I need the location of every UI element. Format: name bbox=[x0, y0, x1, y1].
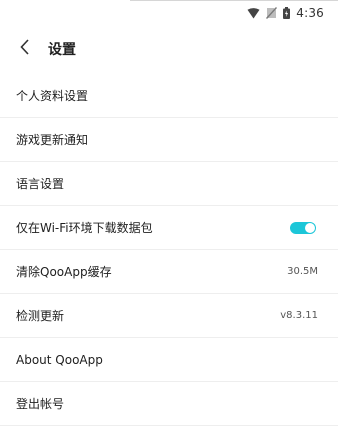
settings-item-game-update-notification[interactable]: 游戏更新通知 bbox=[0, 118, 338, 162]
page-title: 设置 bbox=[48, 42, 76, 58]
settings-item-label: 语言设置 bbox=[16, 177, 65, 191]
settings-item-label: 个人资料设置 bbox=[16, 89, 89, 103]
settings-item-label: 清除QooApp缓存 bbox=[16, 265, 112, 279]
settings-item-label: 检测更新 bbox=[16, 309, 65, 323]
settings-item-clear-cache[interactable]: 清除QooApp缓存 30.5M bbox=[0, 250, 338, 294]
settings-item-label: About QooApp bbox=[16, 352, 103, 367]
app-bar: 设置 bbox=[0, 26, 338, 72]
settings-item-label: 仅在Wi-Fi环境下载数据包 bbox=[16, 221, 153, 235]
status-time: 4:36 bbox=[296, 6, 324, 20]
settings-item-about[interactable]: About QooApp bbox=[0, 338, 338, 382]
settings-list: 个人资料设置 游戏更新通知 语言设置 仅在Wi-Fi环境下载数据包 清除QooA… bbox=[0, 74, 338, 426]
settings-screen: 4:36 设置 个人资料设置 游戏更新通知 语言设置 仅在Wi-Fi环境下载数据… bbox=[0, 0, 338, 441]
settings-item-label: 游戏更新通知 bbox=[16, 133, 89, 147]
wifi-icon bbox=[247, 7, 260, 19]
chevron-left-icon bbox=[20, 39, 30, 59]
settings-item-profile[interactable]: 个人资料设置 bbox=[0, 74, 338, 118]
settings-item-logout[interactable]: 登出帐号 bbox=[0, 382, 338, 426]
cache-size-value: 30.5M bbox=[287, 266, 318, 277]
settings-item-check-update[interactable]: 检测更新 v8.3.11 bbox=[0, 294, 338, 338]
status-bar: 4:36 bbox=[0, 0, 338, 26]
settings-item-language[interactable]: 语言设置 bbox=[0, 162, 338, 206]
settings-item-label: 登出帐号 bbox=[16, 397, 65, 411]
toggle-knob bbox=[305, 222, 315, 233]
back-button[interactable] bbox=[6, 26, 44, 72]
wifi-only-toggle[interactable] bbox=[290, 221, 316, 234]
settings-item-wifi-only-download[interactable]: 仅在Wi-Fi环境下载数据包 bbox=[0, 206, 338, 250]
no-sim-icon bbox=[266, 7, 278, 19]
app-version-value: v8.3.11 bbox=[280, 310, 318, 321]
battery-icon bbox=[283, 7, 291, 19]
